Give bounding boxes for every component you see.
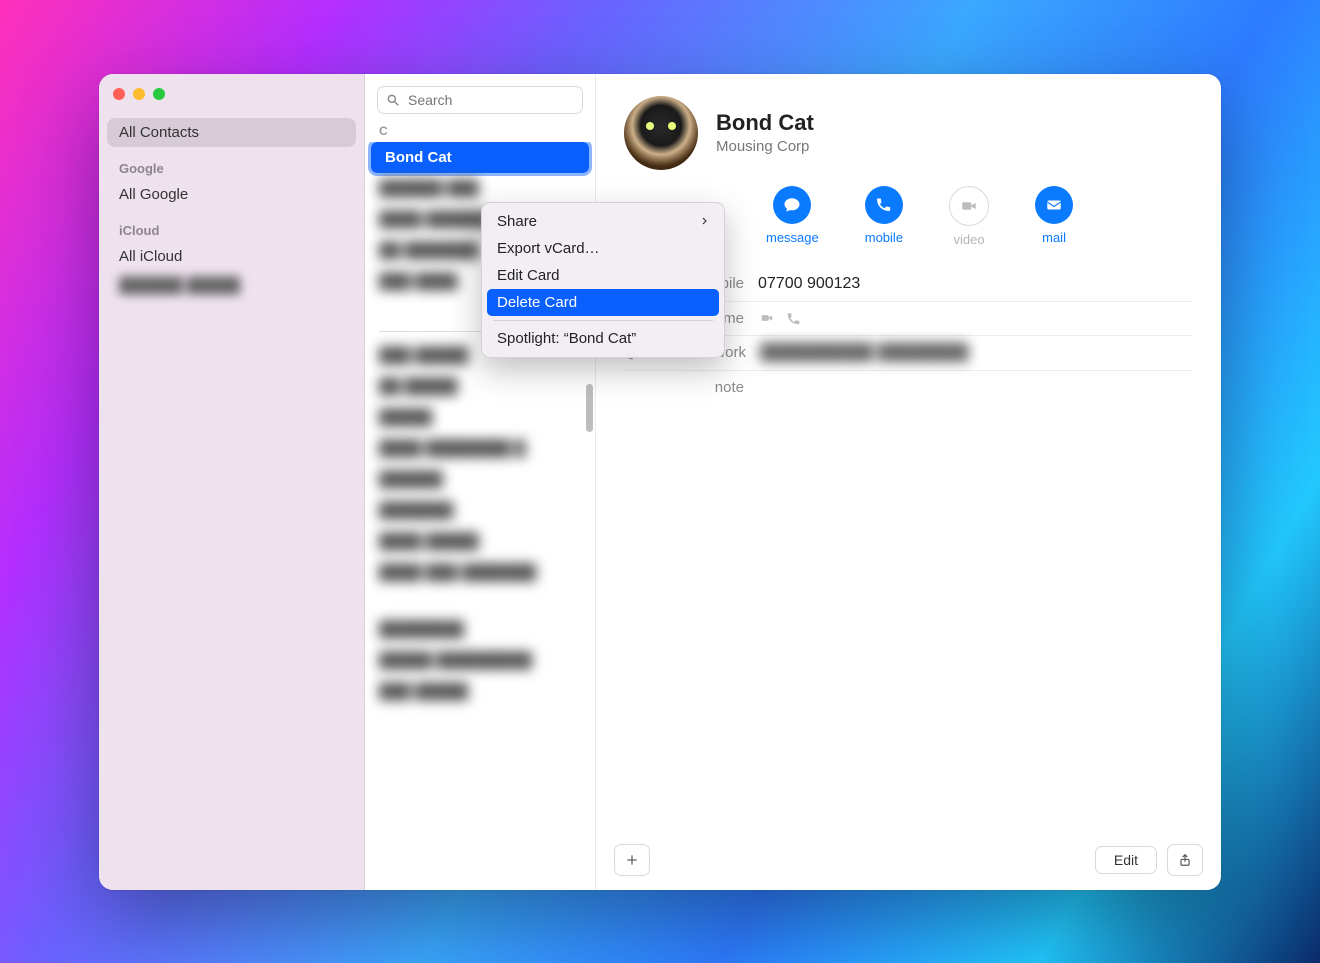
sidebar-item-all-contacts[interactable]: All Contacts	[107, 118, 356, 147]
contact-avatar[interactable]	[624, 96, 698, 170]
contact-detail-pane: Bond Cat Mousing Corp message mobile	[596, 74, 1221, 890]
contact-row[interactable]: ████ █████	[365, 526, 595, 557]
phone-icon[interactable]	[786, 311, 801, 326]
share-button[interactable]	[1167, 844, 1203, 876]
action-video: video	[949, 186, 989, 247]
action-label: video	[954, 232, 985, 247]
contacts-window: All Contacts Google All Google iCloud Al…	[99, 74, 1221, 890]
contact-company: Mousing Corp	[716, 138, 814, 155]
action-message[interactable]: message	[766, 186, 819, 247]
list-section-letter	[365, 588, 595, 614]
list-section-letter: C	[365, 120, 595, 142]
video-icon[interactable]	[758, 311, 776, 326]
action-mail[interactable]: mail	[1035, 186, 1073, 247]
ctx-item-spotlight[interactable]: Spotlight: “Bond Cat”	[487, 325, 719, 352]
ctx-label: Edit Card	[497, 267, 560, 284]
field-note[interactable]: note	[624, 370, 1193, 404]
video-icon	[949, 186, 989, 226]
ctx-item-export-vcard[interactable]: Export vCard…	[487, 235, 719, 262]
share-icon	[1178, 852, 1192, 868]
ctx-label: Export vCard…	[497, 240, 600, 257]
sidebar-section-icloud: iCloud	[107, 209, 356, 242]
edit-button[interactable]: Edit	[1095, 846, 1157, 874]
field-value: 07700 900123	[758, 275, 860, 293]
field-label: note	[624, 379, 744, 396]
contact-row[interactable]: ████████	[365, 614, 595, 645]
contact-list-pane: C Bond Cat ██████ ███ ████ ██████ ██ ███…	[365, 74, 596, 890]
detail-footer: Edit	[596, 830, 1221, 890]
close-window-button[interactable]	[113, 88, 125, 100]
search-icon	[386, 93, 400, 107]
contact-row[interactable]: ██████ ███	[365, 173, 595, 204]
sidebar-item-all-icloud[interactable]: All iCloud	[107, 242, 356, 271]
field-value: ██████████ ████████	[760, 344, 969, 362]
search-input[interactable]	[406, 91, 591, 109]
minimize-window-button[interactable]	[133, 88, 145, 100]
add-button[interactable]	[614, 844, 650, 876]
contact-row[interactable]: █████ █████████	[365, 645, 595, 676]
contact-row[interactable]: ██ █████	[365, 371, 595, 402]
list-scrollbar[interactable]	[586, 384, 593, 432]
ctx-label: Spotlight: “Bond Cat”	[497, 330, 636, 347]
phone-icon	[865, 186, 903, 224]
window-controls	[107, 88, 356, 118]
contact-row[interactable]: ███ █████	[365, 676, 595, 707]
contact-header: Bond Cat Mousing Corp	[596, 74, 1221, 180]
facetime-icons	[758, 311, 801, 326]
sidebar-section-google: Google	[107, 147, 356, 180]
contact-row[interactable]: ██████	[365, 464, 595, 495]
contact-name: Bond Cat	[716, 110, 814, 136]
contact-row[interactable]: ████ ███ ███████	[365, 557, 595, 588]
chevron-right-icon	[700, 215, 709, 227]
ctx-separator	[493, 320, 713, 321]
context-menu: Share Export vCard… Edit Card Delete Car…	[481, 202, 725, 358]
ctx-item-share[interactable]: Share	[487, 208, 719, 235]
zoom-window-button[interactable]	[153, 88, 165, 100]
action-label: mail	[1042, 230, 1066, 245]
sidebar-item-all-google[interactable]: All Google	[107, 180, 356, 209]
ctx-label: Delete Card	[497, 294, 577, 311]
action-mobile[interactable]: mobile	[865, 186, 903, 247]
ctx-item-delete-card[interactable]: Delete Card	[487, 289, 719, 316]
mail-icon	[1035, 186, 1073, 224]
ctx-item-edit-card[interactable]: Edit Card	[487, 262, 719, 289]
action-label: message	[766, 230, 819, 245]
action-label: mobile	[865, 230, 903, 245]
sidebar: All Contacts Google All Google iCloud Al…	[99, 74, 365, 890]
contact-row-selected[interactable]: Bond Cat	[371, 142, 589, 173]
message-icon	[773, 186, 811, 224]
plus-icon	[625, 853, 639, 867]
contact-row[interactable]: ████ ████████ █	[365, 433, 595, 464]
ctx-label: Share	[497, 213, 537, 230]
sidebar-item-redacted[interactable]: ██████ █████	[107, 271, 356, 300]
contact-row[interactable]: ███████	[365, 495, 595, 526]
contact-row[interactable]: █████	[365, 402, 595, 433]
search-field[interactable]	[377, 86, 583, 114]
